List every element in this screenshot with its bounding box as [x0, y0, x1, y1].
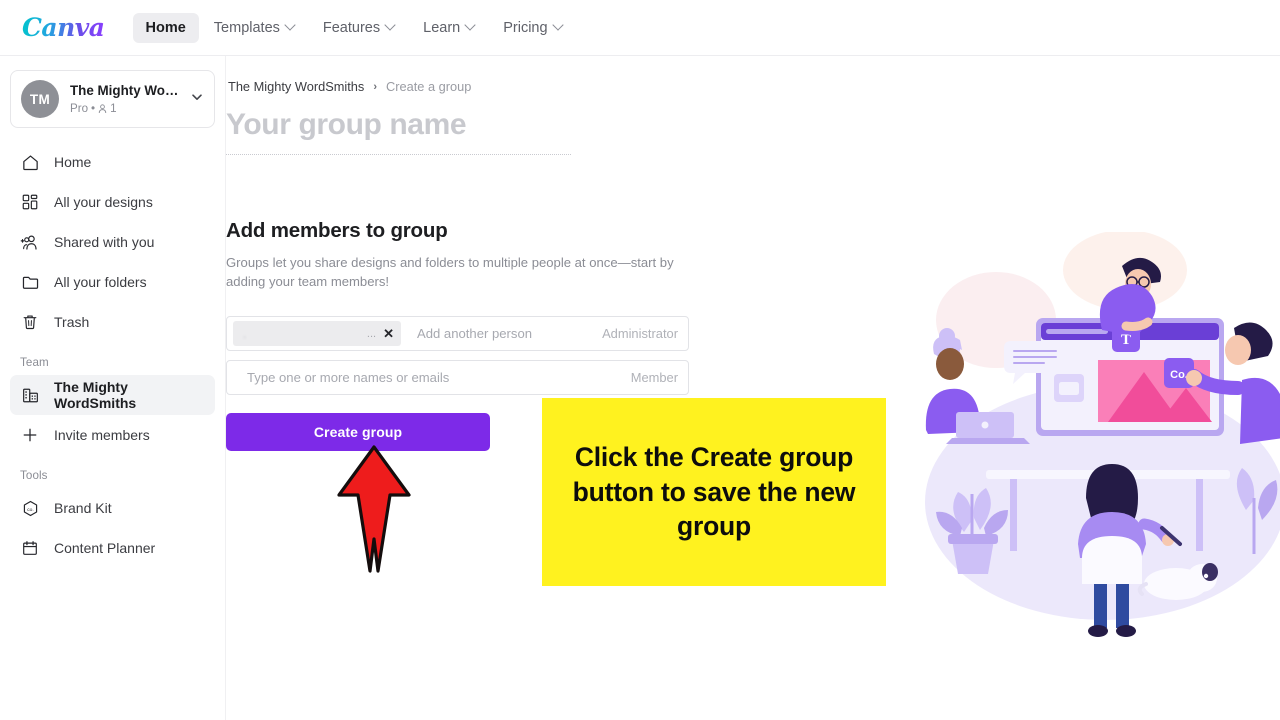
callout-annotation: Click the Create group button to save th…	[542, 398, 886, 586]
sidebar-item-brand-kit[interactable]: co. Brand Kit	[10, 488, 215, 528]
account-plan: Pro	[70, 101, 89, 115]
member-row-member: Type one or more names or emails Member	[226, 360, 689, 396]
chevron-down-icon	[190, 90, 204, 109]
member-chip-truncation: ...	[366, 327, 377, 340]
nav-item-templates-label: Templates	[213, 19, 280, 36]
team-building-icon	[20, 385, 40, 405]
home-icon	[20, 152, 40, 172]
role-selector-administrator[interactable]: Administrator	[602, 326, 678, 341]
names-or-emails-input[interactable]: Type one or more names or emails	[233, 370, 631, 385]
breadcrumb-separator: ›	[373, 80, 377, 93]
account-separator: •	[91, 101, 96, 115]
sidebar-item-shared-with-you[interactable]: Shared with you	[10, 222, 215, 262]
nav-item-pricing-label: Pricing	[503, 19, 548, 36]
close-icon[interactable]: ✕	[382, 327, 395, 340]
chevron-down-icon	[554, 21, 563, 30]
account-text: The Mighty WordS... Pro • 1	[70, 82, 179, 115]
nav-item-home-label: Home	[145, 19, 186, 36]
sidebar-item-shared-with-you-label: Shared with you	[54, 234, 155, 250]
svg-text:co.: co.	[27, 507, 34, 512]
top-navigation-bar: Canva Home Templates Features Learn Pric…	[0, 0, 1280, 56]
sidebar-item-content-planner[interactable]: Content Planner	[10, 528, 215, 568]
role-selector-member[interactable]: Member	[631, 370, 678, 385]
breadcrumb-current: Create a group	[385, 79, 472, 94]
account-member-count: 1	[110, 101, 117, 115]
sidebar-item-the-mighty-wordsmiths[interactable]: The Mighty WordSmiths	[10, 375, 215, 415]
canva-create-group-page: Canva Home Templates Features Learn Pric…	[0, 0, 1280, 720]
nav-item-home[interactable]: Home	[132, 12, 199, 43]
sidebar-primary-nav: Home All your designs Shared with you Al…	[10, 142, 215, 568]
nav-item-features[interactable]: Features	[310, 13, 408, 43]
nav-item-pricing[interactable]: Pricing	[490, 13, 575, 43]
sidebar-item-brand-kit-label: Brand Kit	[54, 500, 112, 516]
group-name-input[interactable]: Your group name	[226, 108, 571, 155]
nav-item-templates[interactable]: Templates	[201, 13, 308, 43]
sidebar-item-invite-members[interactable]: Invite members	[10, 415, 215, 455]
member-chip[interactable]: . ... ✕	[233, 321, 401, 347]
add-another-person-input[interactable]: Add another person	[401, 326, 602, 341]
shared-people-icon	[20, 232, 40, 252]
chevron-down-icon	[466, 21, 475, 30]
sidebar-section-tools-label: Tools	[20, 469, 48, 482]
sidebar-section-team-label: Team	[20, 356, 49, 369]
sidebar-item-trash[interactable]: Trash	[10, 302, 215, 342]
sidebar-item-home-label: Home	[54, 154, 92, 170]
sidebar-item-all-your-designs[interactable]: All your designs	[10, 182, 215, 222]
nav-item-learn-label: Learn	[423, 19, 461, 36]
grid-icon	[20, 192, 40, 212]
callout-text: Click the Create group button to save th…	[572, 441, 856, 542]
group-name-field-wrapper: Your group name	[226, 108, 571, 155]
canva-logo[interactable]: Canva	[22, 13, 105, 42]
create-group-button[interactable]: Create group	[226, 413, 490, 452]
member-rows: . ... ✕ Add another person Administrator…	[226, 316, 689, 396]
plus-icon	[20, 425, 40, 445]
account-subtitle: Pro • 1	[70, 102, 179, 116]
sidebar-item-all-your-designs-label: All your designs	[54, 194, 153, 210]
nav-item-features-label: Features	[322, 19, 381, 36]
sidebar-item-content-planner-label: Content Planner	[54, 540, 156, 556]
calendar-icon	[20, 538, 40, 558]
sidebar-item-all-your-folders[interactable]: All your folders	[10, 262, 215, 302]
chevron-down-icon	[286, 21, 295, 30]
breadcrumb-parent[interactable]: The Mighty WordSmiths	[228, 79, 364, 94]
avatar: TM	[21, 80, 59, 118]
account-name: The Mighty WordS...	[70, 83, 179, 99]
nav-item-learn[interactable]: Learn	[410, 13, 488, 43]
section-title-add-members: Add members to group	[226, 218, 448, 242]
sidebar-item-all-your-folders-label: All your folders	[54, 274, 147, 290]
sidebar-item-the-mighty-wordsmiths-label: The Mighty WordSmiths	[54, 379, 137, 411]
sidebar-item-invite-members-label: Invite members	[54, 427, 150, 443]
sidebar-item-trash-label: Trash	[54, 314, 90, 330]
brand-kit-icon: co.	[20, 498, 40, 518]
sidebar-item-home[interactable]: Home	[10, 142, 215, 182]
member-row-administrator: . ... ✕ Add another person Administrator	[226, 316, 689, 352]
breadcrumb: The Mighty WordSmiths › Create a group	[226, 56, 1280, 94]
folder-icon	[20, 272, 40, 292]
section-description: Groups let you share designs and folders…	[226, 254, 674, 290]
person-icon	[98, 104, 107, 113]
member-chip-name: .	[243, 326, 247, 341]
sidebar: TM The Mighty WordS... Pro • 1	[0, 56, 226, 720]
account-switcher[interactable]: TM The Mighty WordS... Pro • 1	[10, 70, 215, 128]
trash-icon	[20, 312, 40, 332]
chevron-down-icon	[386, 21, 395, 30]
main-content: The Mighty WordSmiths › Create a group Y…	[226, 56, 1280, 720]
